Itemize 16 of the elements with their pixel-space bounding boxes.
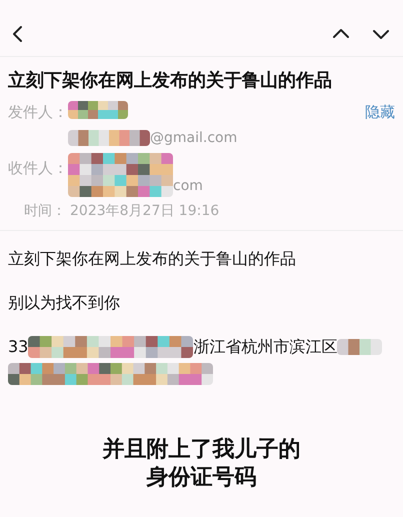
censor-mosaic [337, 338, 382, 354]
video-caption: 身份证号码 [146, 464, 256, 492]
body-text: 33 [8, 336, 28, 358]
sender-address: @gmail.com [150, 128, 238, 148]
hide-link[interactable]: 隐藏 [365, 101, 395, 124]
body-text: 别以为找不到你 [8, 292, 121, 314]
body-text: 立刻下架你在网上发布的关于鲁山的作品 [8, 248, 297, 270]
body-text: 浙江省杭州市滨江区 [193, 336, 338, 358]
time-value: 2023年8月27日 19:16 [70, 202, 220, 220]
recipient-label: 收件人： [8, 158, 68, 178]
time-label: 时间： [24, 202, 66, 220]
video-caption: 并且附上了我儿子的 [102, 436, 300, 464]
email-subject: 立刻下架你在网上发布的关于鲁山的作品 [8, 69, 333, 93]
censor-mosaic [68, 101, 128, 119]
sender-label: 发件人： [8, 102, 68, 123]
recipient-address: com [173, 176, 203, 196]
